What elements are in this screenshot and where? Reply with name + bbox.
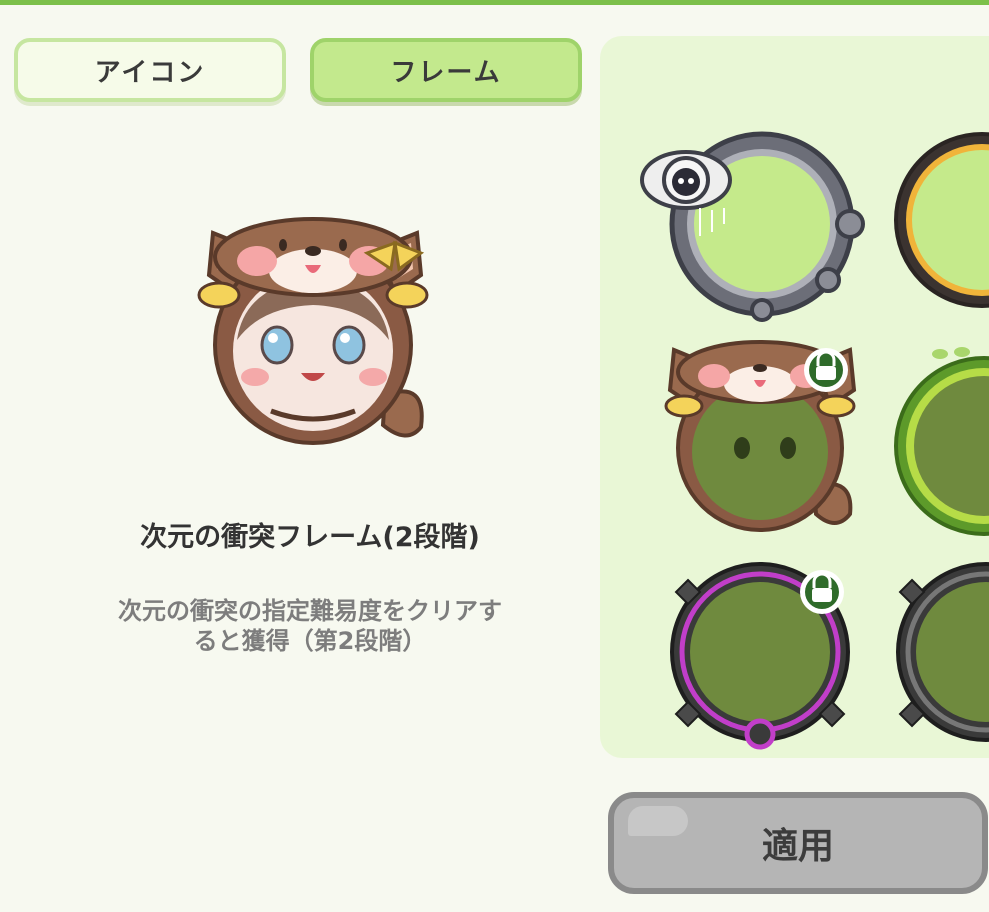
tab-frame[interactable]: フレーム: [310, 38, 582, 102]
lock-icon: [800, 570, 844, 614]
frame-item-space-station[interactable]: [640, 128, 875, 328]
lock-icon: [804, 348, 848, 392]
apply-button[interactable]: 適用: [608, 792, 988, 894]
frame-item-purple-spike[interactable]: [666, 556, 856, 756]
frame-item-gold-ring[interactable]: [890, 132, 989, 312]
tab-icon[interactable]: アイコン: [14, 38, 286, 102]
frame-item-dog-hood[interactable]: [664, 336, 864, 536]
selected-frame-preview: [197, 217, 429, 445]
frame-description: 次元の衝突の指定難易度をクリアすると獲得（第2段階）: [118, 597, 502, 655]
frame-grid-panel: [600, 36, 989, 758]
frame-item-dark-spike[interactable]: [890, 556, 989, 756]
apply-button-label: 適用: [761, 826, 834, 867]
top-accent-bar: [0, 0, 989, 5]
frame-item-leaf-vine[interactable]: [890, 346, 989, 546]
frame-name: 次元の衝突フレーム(2段階): [140, 522, 480, 553]
